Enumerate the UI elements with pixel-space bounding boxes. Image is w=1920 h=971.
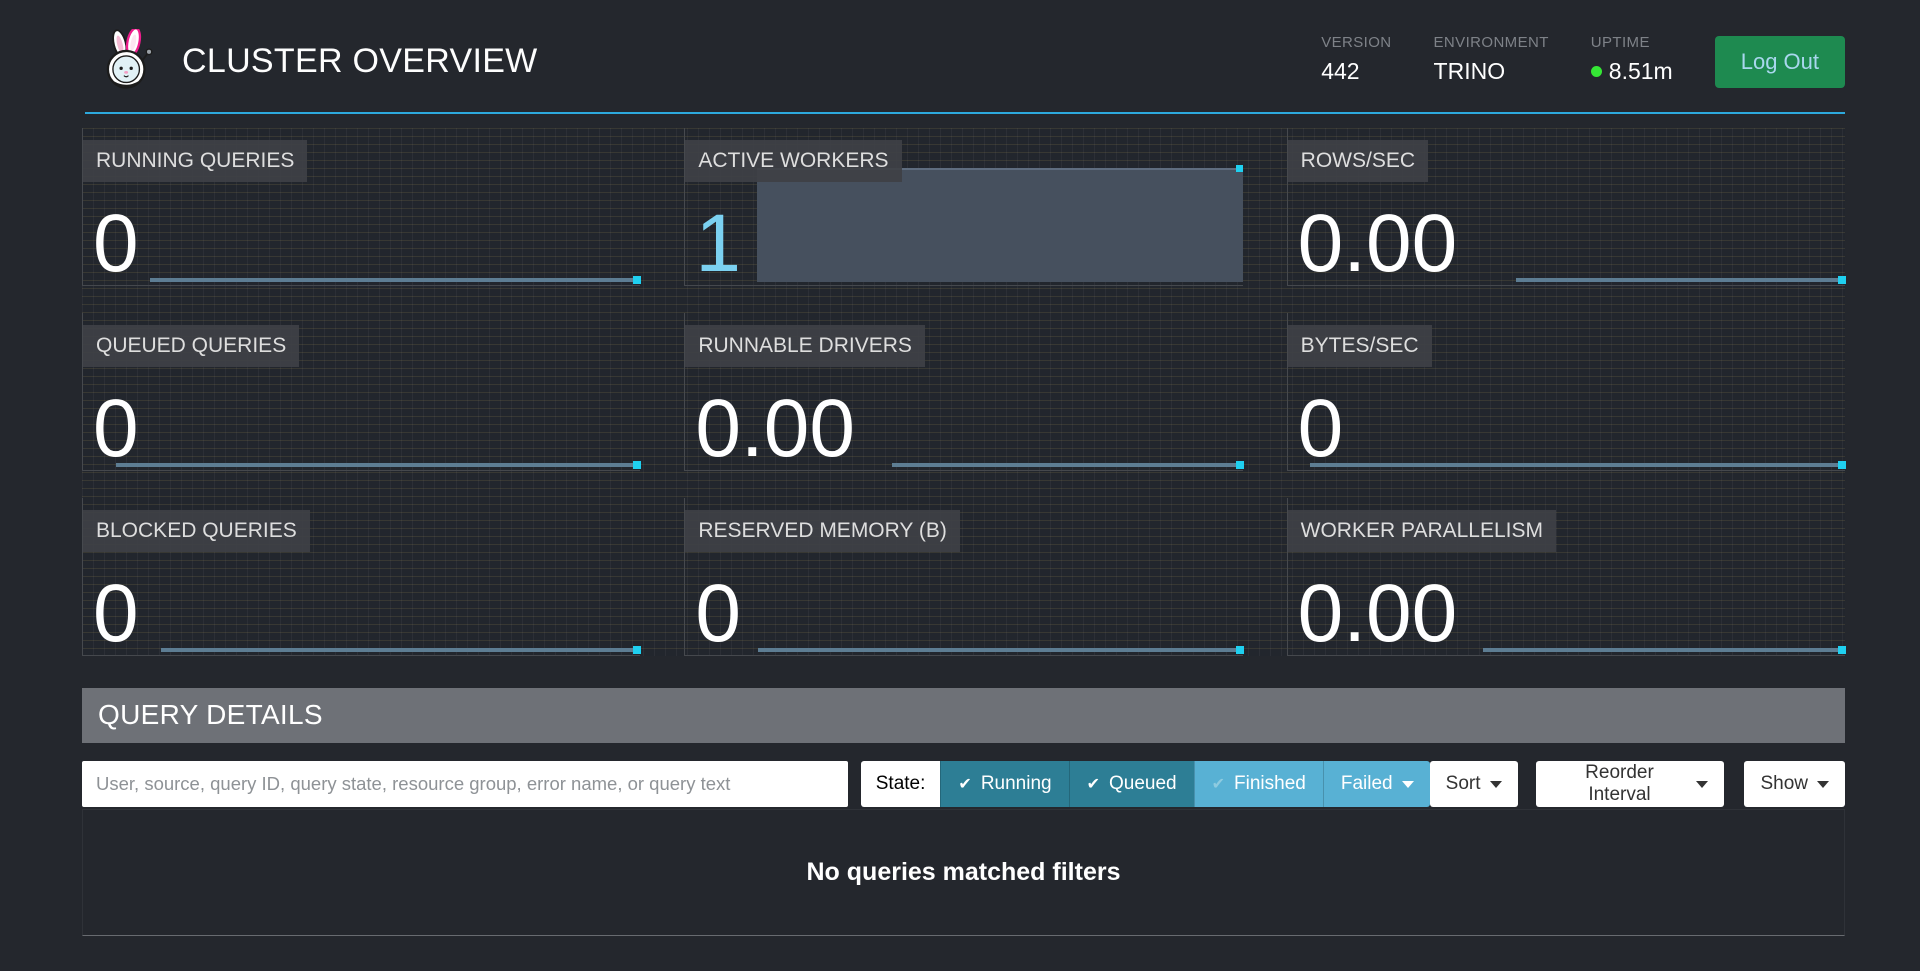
sparkline-chart: [1516, 278, 1845, 282]
chevron-down-icon: [1490, 781, 1502, 788]
tile-label: ACTIVE WORKERS: [685, 140, 901, 182]
chevron-down-icon: [1402, 781, 1414, 788]
query-details-title: QUERY DETAILS: [82, 688, 1845, 743]
state-filter-group: State: ✔ Running ✔ Queued ✔ Finished Fai…: [861, 761, 1430, 807]
sparkline-chart: [758, 648, 1243, 652]
tile-reserved-memory: RESERVED MEMORY (B) 0: [684, 498, 1242, 656]
tile-label: BYTES/SEC: [1288, 325, 1432, 367]
state-filter-running[interactable]: ✔ Running: [940, 761, 1068, 807]
query-list-panel: No queries matched filters: [82, 809, 1845, 936]
tile-active-workers: ACTIVE WORKERS 1: [684, 128, 1242, 286]
metrics-grid: RUNNING QUERIES 0 ACTIVE WORKERS 1 ROWS/…: [82, 128, 1845, 656]
tile-value: 0: [93, 206, 139, 281]
tile-bytes-per-sec: BYTES/SEC 0: [1287, 313, 1845, 471]
tile-label: WORKER PARALLELISM: [1288, 510, 1556, 552]
query-filter-toolbar: State: ✔ Running ✔ Queued ✔ Finished Fai…: [82, 761, 1845, 807]
uptime-label: UPTIME: [1591, 34, 1673, 51]
tile-label: QUEUED QUERIES: [83, 325, 299, 367]
logout-button[interactable]: Log Out: [1715, 36, 1845, 88]
empty-results-message: No queries matched filters: [83, 810, 1844, 887]
version-value: 442: [1321, 58, 1391, 85]
check-icon: ✔: [1087, 774, 1100, 794]
trino-bunny-logo-icon: [100, 29, 156, 93]
tile-label: ROWS/SEC: [1288, 140, 1428, 182]
tile-worker-parallelism: WORKER PARALLELISM 0.00: [1287, 498, 1845, 656]
uptime-value: 8.51m: [1609, 58, 1673, 85]
query-search-input[interactable]: [82, 761, 848, 807]
environment-stat: ENVIRONMENT TRINO: [1434, 34, 1549, 85]
sparkline-chart: [116, 463, 640, 467]
sparkline-chart: [150, 278, 640, 282]
sparkline-chart: [1483, 648, 1845, 652]
tile-label: RUNNING QUERIES: [83, 140, 307, 182]
tile-label: RESERVED MEMORY (B): [685, 510, 960, 552]
tile-value: 1: [695, 206, 741, 281]
tile-rows-per-sec: ROWS/SEC 0.00: [1287, 128, 1845, 286]
reorder-interval-dropdown-button[interactable]: Reorder Interval: [1536, 761, 1725, 807]
state-filter-failed-dropdown[interactable]: Failed: [1323, 761, 1430, 807]
environment-label: ENVIRONMENT: [1434, 34, 1549, 51]
page-title: CLUSTER OVERVIEW: [182, 42, 538, 81]
environment-value: TRINO: [1434, 58, 1549, 85]
check-icon: ✔: [1212, 774, 1225, 794]
chevron-down-icon: [1817, 781, 1829, 788]
tile-value: 0.00: [1298, 576, 1458, 651]
sort-dropdown-button[interactable]: Sort: [1430, 761, 1518, 807]
state-filter-queued[interactable]: ✔ Queued: [1069, 761, 1194, 807]
tile-value: 0.00: [1298, 206, 1458, 281]
tile-value: 0: [695, 576, 741, 651]
state-filter-finished[interactable]: ✔ Finished: [1194, 761, 1323, 807]
tile-label: BLOCKED QUERIES: [83, 510, 310, 552]
sparkline-chart: [1310, 463, 1845, 467]
version-stat: VERSION 442: [1321, 34, 1391, 85]
header-accent-divider: [85, 112, 1845, 114]
sparkline-chart: [892, 463, 1243, 467]
uptime-stat: UPTIME 8.51m: [1591, 34, 1673, 85]
tile-value: 0.00: [695, 391, 855, 466]
uptime-status-dot-icon: [1591, 66, 1602, 77]
query-details-section: QUERY DETAILS State: ✔ Running ✔ Queued …: [82, 688, 1845, 936]
chevron-down-icon: [1696, 781, 1708, 788]
tile-blocked-queries: BLOCKED QUERIES 0: [82, 498, 640, 656]
check-icon: ✔: [958, 774, 971, 794]
version-label: VERSION: [1321, 34, 1391, 51]
state-filter-label: State:: [861, 761, 941, 807]
tile-value: 0: [93, 391, 139, 466]
tile-runnable-drivers: RUNNABLE DRIVERS 0.00: [684, 313, 1242, 471]
show-dropdown-button[interactable]: Show: [1744, 761, 1845, 807]
tile-label: RUNNABLE DRIVERS: [685, 325, 925, 367]
tile-value: 0: [1298, 391, 1344, 466]
app-header: CLUSTER OVERVIEW VERSION 442 ENVIRONMENT…: [0, 0, 1920, 112]
tile-running-queries: RUNNING QUERIES 0: [82, 128, 640, 286]
tile-queued-queries: QUEUED QUERIES 0: [82, 313, 640, 471]
sparkline-chart: [161, 648, 640, 652]
bar-chart: [757, 168, 1242, 282]
tile-value: 0: [93, 576, 139, 651]
